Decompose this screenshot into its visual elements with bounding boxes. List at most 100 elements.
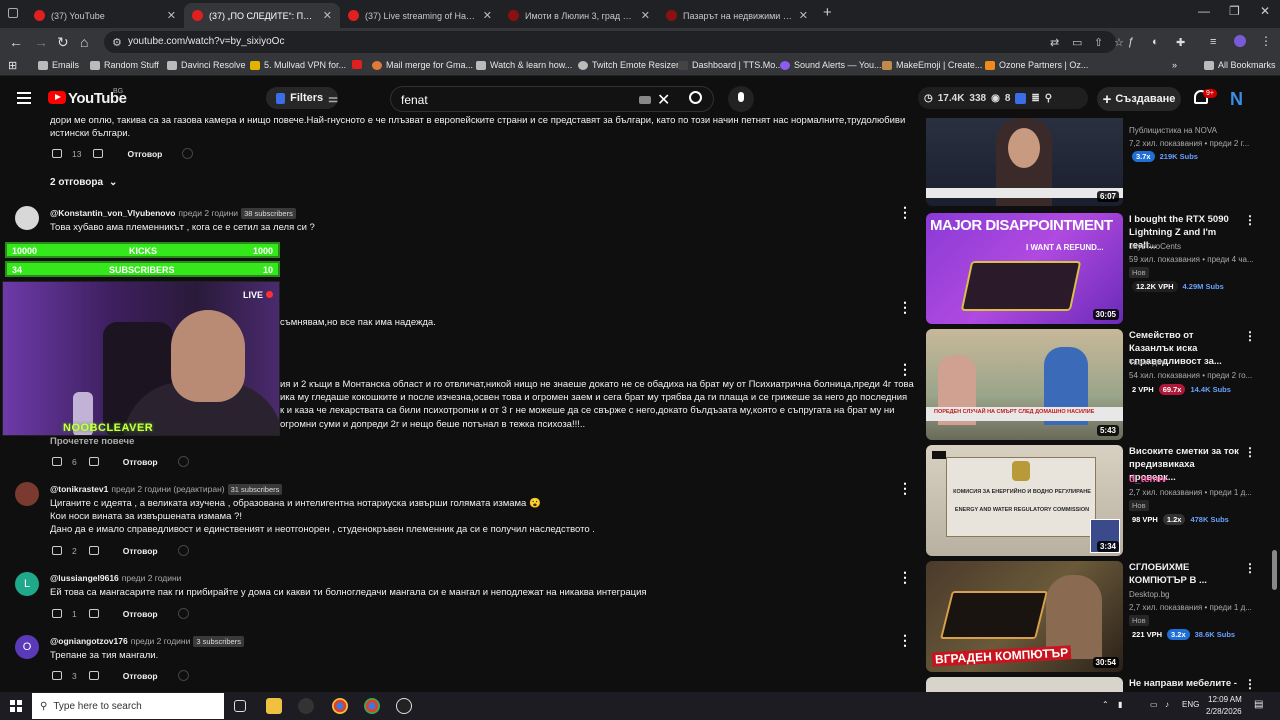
tab-imoti[interactable]: Имоти в Люлин 3, град София ✕ [500,3,658,28]
video-thumbnail[interactable]: 6:07 [926,118,1123,206]
ext-function-icon[interactable]: ƒ [1128,36,1134,48]
avatar[interactable] [15,482,39,506]
bookmark-emails[interactable]: Emails [38,60,79,70]
comment-menu-icon[interactable]: ⋮ [898,204,912,221]
bookmark-star-icon[interactable]: ☆ [1114,36,1124,49]
comment-date[interactable]: преди 2 години [178,208,238,218]
ext-icon[interactable]: ◐ [1152,36,1159,48]
profile-avatar-icon[interactable] [1234,35,1246,47]
more-bookmarks-chevron-icon[interactable]: » [1172,60,1177,70]
read-more-button[interactable]: Прочетете повече [50,435,134,448]
video-channel[interactable]: JayzTwoCents [1129,242,1181,251]
reply-button[interactable]: Отговор [123,457,158,467]
tab-po-sledite[interactable]: (37) „ПО СЛЕДИТЕ“: Пенсионер ✕ [184,3,340,28]
video-thumbnail[interactable]: ПОРЕДЕН СЛУЧАЙ НА СМЪРТ СЛЕД ДОМАШНО НАС… [926,329,1123,440]
tab-search-icon[interactable] [8,8,18,18]
replies-toggle[interactable]: 2 отговора ⌄ [50,177,117,188]
obs-icon[interactable] [396,698,412,714]
video-menu-icon[interactable]: ⋮ [1244,445,1256,459]
like-icon[interactable] [52,457,62,466]
comment-author[interactable]: @ogniangotzov176 [50,636,128,646]
bookmark-makeemoji[interactable]: MakeEmoji | Create... [882,60,982,70]
bookmark-youtube[interactable] [352,60,362,69]
video-channel[interactable]: Desktop.bg [1129,590,1169,599]
window-close-button[interactable]: ✕ [1260,4,1270,18]
dislike-icon[interactable] [88,671,99,680]
video-title[interactable]: СГЛОБИХМЕ КОМПЮТЪР В ... [1129,561,1239,587]
minimize-button[interactable]: — [1198,4,1210,18]
like-icon[interactable] [52,609,62,618]
comment-menu-icon[interactable]: ⋮ [898,632,912,649]
ext-icon-blue[interactable] [1015,92,1027,104]
volume-icon[interactable]: ♪ [1165,700,1169,709]
filters-button[interactable]: Filters ⚌ [266,87,338,109]
url-text[interactable]: youtube.com/watch?v=by_sixiyoOc [128,36,284,47]
reply-button[interactable]: Отговор [123,671,158,681]
comment-menu-icon[interactable]: ⋮ [898,361,912,378]
taskbar-search[interactable]: ⚲ Type here to search [32,693,224,719]
dislike-icon[interactable] [88,546,99,555]
tab-youtube[interactable]: (37) YouTube ✕ [26,3,184,28]
create-button[interactable]: + Създаване [1097,87,1181,111]
notifications-center-icon[interactable]: ▤ [1254,699,1263,710]
ext-dot-icon[interactable] [177,670,189,681]
video-menu-icon[interactable]: ⋮ [1244,213,1256,227]
video-menu-icon[interactable]: ⋮ [1244,677,1256,691]
translate-icon[interactable]: ⇄ [1050,36,1059,49]
clock-time[interactable]: 12:09 AM [1208,695,1242,704]
voice-search-mic-icon[interactable] [728,86,754,112]
reply-button[interactable]: Отговор [127,149,162,159]
tab-live-streaming[interactable]: (37) Live streaming of Натурал ✕ [340,3,500,28]
ext-dot-icon[interactable] [177,608,189,619]
task-view-icon[interactable] [234,700,246,712]
file-explorer-icon[interactable] [266,698,282,714]
like-icon[interactable] [52,546,62,555]
media-icon[interactable]: ≡ [1210,36,1216,48]
close-icon[interactable]: ✕ [483,9,492,22]
video-channel[interactable]: Твоят ден [1129,358,1166,367]
search-icon[interactable] [689,91,702,104]
network-icon[interactable]: ▭ [1150,700,1158,709]
comment-date[interactable]: преди 2 години [122,573,182,583]
avatar[interactable]: L [15,572,39,596]
page-scrollbar[interactable] [1272,550,1277,590]
video-thumbnail[interactable]: ВГРАДЕН КОМПЮТЪР 30:54 [926,561,1123,672]
comment-menu-icon[interactable]: ⋮ [898,480,912,497]
pin-icon[interactable]: ⚲ [1045,93,1052,104]
extension-stats-bar[interactable]: ◷ 17.4K 338 ◉ 8 ≣ ⚲ [918,87,1088,109]
comment-menu-icon[interactable]: ⋮ [898,299,912,316]
share-icon[interactable]: ⇧ [1094,36,1103,49]
site-info-icon[interactable]: ⚙ [112,36,122,49]
back-arrow-icon[interactable]: ← [9,34,23,50]
ext-dot-icon[interactable] [177,545,189,556]
bookmark-random-stuff[interactable]: Random Stuff [90,60,159,70]
app-icon[interactable] [298,698,314,714]
close-icon[interactable]: ✕ [641,9,650,22]
video-menu-icon[interactable]: ⋮ [1244,329,1256,343]
ext-dot-icon[interactable] [182,148,194,159]
clock-date[interactable]: 2/28/2026 [1206,707,1242,716]
bookmark-ozone[interactable]: Ozone Partners | Oz... [985,60,1088,70]
reply-button[interactable]: Отговор [123,609,158,619]
windows-start-icon[interactable] [10,700,22,712]
dislike-icon[interactable] [93,149,104,158]
bookmark-twitch-emote[interactable]: Twitch Emote Resizer [578,60,679,70]
chrome-icon[interactable] [364,698,380,714]
comment-author[interactable]: @lussiangel9616 [50,573,119,583]
dislike-icon[interactable] [88,457,99,466]
youtube-logo-icon[interactable] [48,91,66,104]
tab-pazarat[interactable]: Пазарът на недвижими имоти ✕ [658,3,816,28]
all-bookmarks[interactable]: All Bookmarks [1204,60,1276,70]
list-icon[interactable]: ≣ [1031,93,1039,104]
reload-icon[interactable]: ↻ [57,34,69,51]
maximize-button[interactable]: ❐ [1229,4,1240,18]
avatar[interactable]: O [15,635,39,659]
ext-dot-icon[interactable] [177,456,189,467]
video-menu-icon[interactable]: ⋮ [1244,561,1256,575]
bookmark-davinci[interactable]: Davinci Resolve [167,60,246,70]
close-icon[interactable]: ✕ [167,9,176,22]
home-icon[interactable]: ⌂ [80,34,88,50]
apps-grid-icon[interactable]: ⊞ [8,59,17,72]
reply-button[interactable]: Отговор [123,546,158,556]
video-thumbnail[interactable]: КОМИСИЯ ЗА ЕНЕРГИЙНО И ВОДНО РЕГУЛИРАНЕ … [926,445,1123,556]
